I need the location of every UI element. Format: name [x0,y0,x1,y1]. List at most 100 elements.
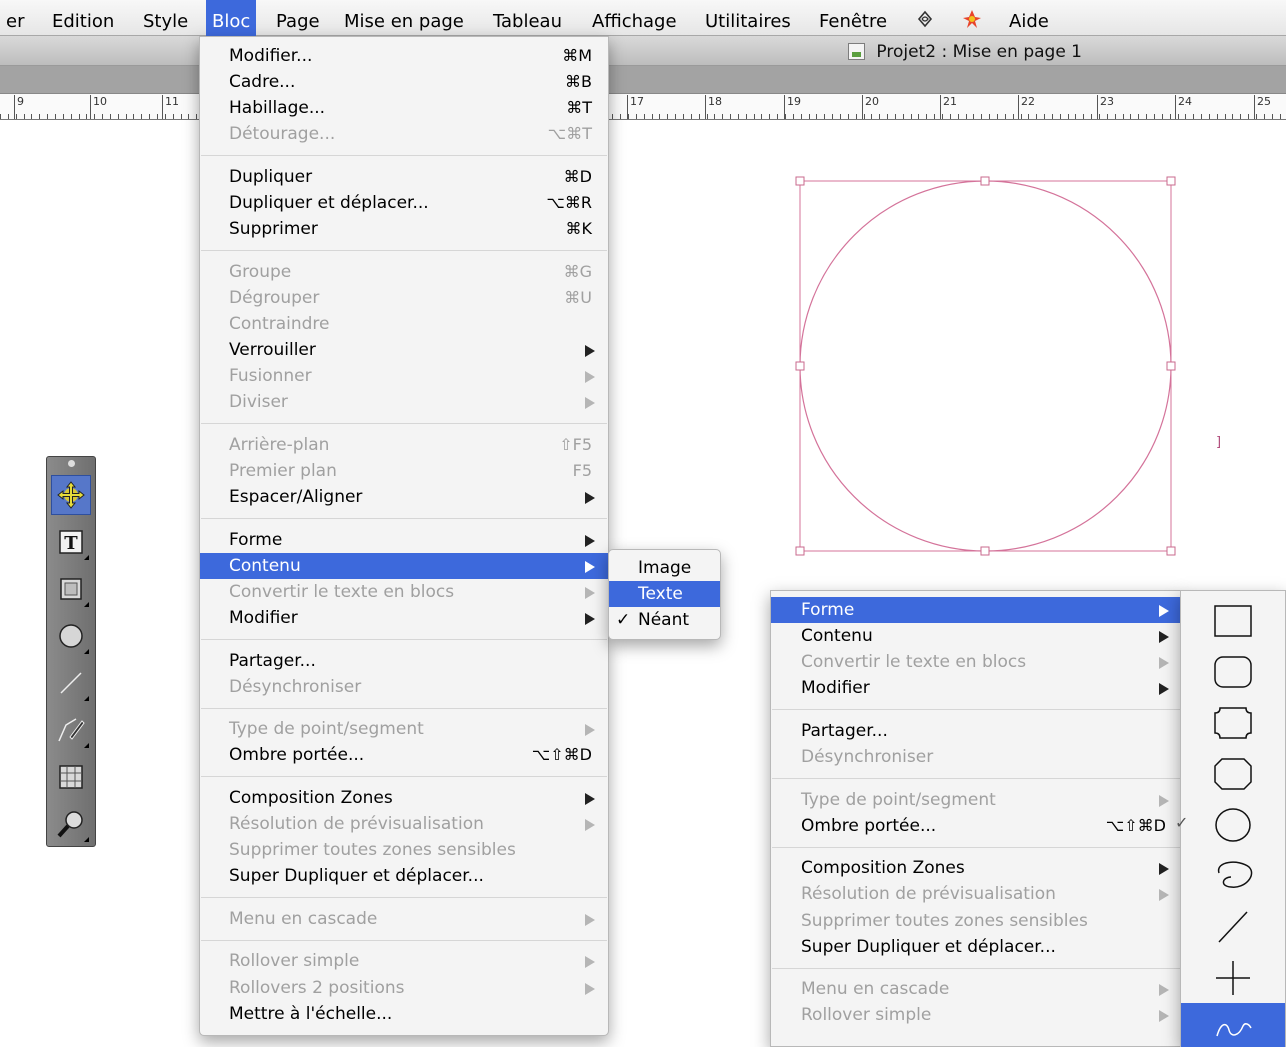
menu-item-desynchroniser[interactable]: Désynchroniser [771,744,1182,770]
menu-item-type-de-point-segment[interactable]: Type de point/segment [771,787,1182,813]
shape-option-rounded-rectangle[interactable] [1181,646,1285,697]
menu-item-contraindre[interactable]: Contraindre [200,311,608,337]
menu-item-partager[interactable]: Partager... [771,718,1182,744]
menu-mise-en-page[interactable]: Mise en page [338,0,470,36]
menu-item-composition-zones[interactable]: Composition Zones [771,855,1182,881]
menu-item-ombre-portee[interactable]: Ombre portée... ⌥⇧⌘D [771,813,1182,839]
menu-item-supprimer-toutes-zones-sensibles[interactable]: Supprimer toutes zones sensibles [771,908,1182,934]
menu-item-supprimer-toutes-zones-sensibles[interactable]: Supprimer toutes zones sensibles [200,837,608,863]
menu-item-label: Supprimer toutes zones sensibles [229,840,516,861]
menu-item-premier-plan[interactable]: Premier plan F5 [200,458,608,484]
table-tool[interactable] [51,757,91,797]
menu-item-modifier[interactable]: Modifier [771,675,1182,701]
menu-edition[interactable]: Edition [46,0,120,36]
menu-item-shortcut: ⌥⇧⌘D [531,745,592,765]
shape-option-concave-corner-rectangle[interactable] [1181,697,1285,748]
page-canvas[interactable]: ] [0,120,1286,580]
menu-item-detourage[interactable]: Détourage... ⌥⌘T [200,121,608,147]
bezier-pen-tool[interactable] [51,710,91,750]
shape-option-line[interactable] [1181,901,1285,952]
menu-item-arriere-plan[interactable]: Arrière-plan ⇧F5 [200,432,608,458]
menu-item-degrouper[interactable]: Dégrouper ⌘U [200,285,608,311]
menu-item-espacer-aligner[interactable]: Espacer/Aligner [200,484,608,510]
menu-tableau[interactable]: Tableau [487,0,568,36]
shape-option-bezier-line[interactable] [1181,1003,1285,1047]
menu-item-modifier[interactable]: Modifier... ⌘M [200,43,608,69]
menu-item-verrouiller[interactable]: Verrouiller [200,337,608,363]
menu-item-contenu[interactable]: Contenu [200,552,608,579]
menu-fichier-partial[interactable]: er [0,0,30,36]
submenu-arrow-icon [585,956,595,969]
menu-item-fusionner[interactable]: Fusionner [200,363,608,389]
selection-handles[interactable] [795,176,1176,556]
menu-style[interactable]: Style [137,0,194,36]
menu-item-convertir-le-texte-en-blocs[interactable]: Convertir le texte en blocs [200,579,608,605]
ruler-number: 20 [865,95,879,108]
menu-item-groupe[interactable]: Groupe ⌘G [200,259,608,285]
tool-palette[interactable]: T [46,456,96,847]
zoom-tool[interactable] [51,804,91,844]
menu-item-menu-en-cascade[interactable]: Menu en cascade [771,976,1182,1002]
menu-utilitaires[interactable]: Utilitaires [699,0,797,36]
menu-item-dupliquer[interactable]: Dupliquer ⌘D [200,164,608,190]
shape-option-oval[interactable]: ✓ [1175,799,1285,850]
shape-option-beveled-corner-rectangle[interactable] [1181,748,1285,799]
menu-item-forme[interactable]: Forme [771,597,1182,623]
oval-box-bounding-frame[interactable] [799,180,1172,552]
menu-item-menu-en-cascade[interactable]: Menu en cascade [200,906,608,932]
menu-item-dupliquer-et-deplacer[interactable]: Dupliquer et déplacer... ⌥⌘R [200,190,608,216]
submenu-item-neant[interactable]: ✓ Néant [609,607,720,633]
menu-item-ombre-portee[interactable]: Ombre portée... ⌥⇧⌘D [200,742,608,768]
menu-page[interactable]: Page [270,0,326,36]
menu-item-partager[interactable]: Partager... [200,648,608,674]
menu-item-type-de-point-segment[interactable]: Type de point/segment [200,716,608,742]
menu-item-cadre[interactable]: Cadre... ⌘B [200,69,608,95]
line-tool[interactable] [51,663,91,703]
menu-item-resolution-de-previsualisation[interactable]: Résolution de prévisualisation [200,811,608,837]
menu-item-rollover-simple[interactable]: Rollover simple [200,948,608,974]
text-content-tool[interactable]: T [51,522,91,562]
ruler-tick [612,114,613,119]
menu-item-convertir-le-texte-en-blocs[interactable]: Convertir le texte en blocs [771,649,1182,675]
submenu-arrow-icon [1159,984,1169,997]
shape-option-orthogonal-line[interactable] [1181,952,1285,1003]
shape-option-rectangle[interactable] [1181,595,1285,646]
picture-content-tool[interactable] [51,569,91,609]
horizontal-ruler[interactable]: 9 10 11 17 18 19 20 21 22 23 24 25 [0,94,1286,120]
script-icon[interactable] [915,9,935,29]
window-titlebar[interactable]: Projet2 : Mise en page 1 [0,36,1286,66]
menu-item-mettre-a-l-echelle[interactable]: Mettre à l'échelle... [200,1001,608,1027]
menu-affichage[interactable]: Affichage [586,0,683,36]
menu-item-diviser[interactable]: Diviser [200,389,608,415]
palette-grip[interactable] [68,460,75,467]
menu-item-desynchroniser[interactable]: Désynchroniser [200,674,608,700]
ruler-number: 19 [787,95,801,108]
ruler-tick [1162,114,1163,119]
menu-item-rollovers-2-positions[interactable]: Rollovers 2 positions [200,975,608,1001]
shape-option-bezier-box[interactable] [1181,850,1285,901]
menu-item-contenu[interactable]: Contenu [771,623,1182,649]
menu-item-composition-zones[interactable]: Composition Zones [200,785,608,811]
oval-box-shape[interactable] [799,180,1172,552]
submenu-item-texte[interactable]: Texte [609,581,720,607]
menu-item-super-dupliquer-et-deplacer[interactable]: Super Dupliquer et déplacer... [200,863,608,889]
menu-item-habillage[interactable]: Habillage... ⌘T [200,95,608,121]
menu-item-forme[interactable]: Forme [200,527,608,553]
menu-item-label: Supprimer toutes zones sensibles [801,910,1088,931]
item-tool[interactable] [51,475,91,515]
menu-item-super-dupliquer-et-deplacer[interactable]: Super Dupliquer et déplacer... [771,934,1182,960]
tool-flyout-indicator [84,696,89,701]
menu-item-resolution-de-previsualisation[interactable]: Résolution de prévisualisation [771,881,1182,907]
xtension-icon[interactable] [962,9,982,29]
menu-aide[interactable]: Aide [1003,0,1055,36]
menu-item-supprimer[interactable]: Supprimer ⌘K [200,216,608,242]
menu-bloc[interactable]: Bloc [206,0,257,36]
menu-item-label: Verrouiller [229,340,316,360]
submenu-item-image[interactable]: Image [609,555,720,581]
menu-separator [201,639,607,640]
oval-box-tool[interactable] [51,616,91,656]
submenu-arrow-icon [585,345,595,357]
menu-fenetre[interactable]: Fenêtre [813,0,893,36]
menu-item-rollover-simple[interactable]: Rollover simple [771,1002,1182,1028]
menu-item-modifier[interactable]: Modifier [200,605,608,631]
